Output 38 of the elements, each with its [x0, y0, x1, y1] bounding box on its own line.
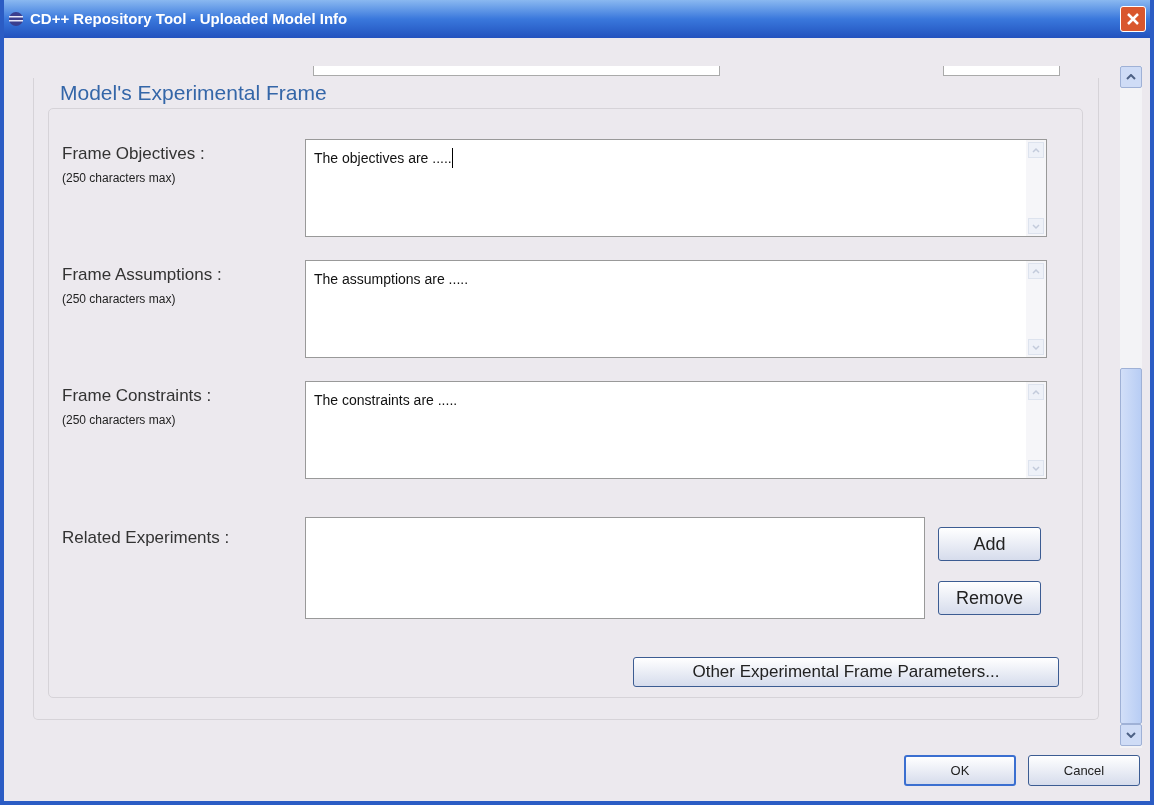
scroll-thumb[interactable] [1120, 368, 1142, 724]
app-icon [8, 11, 24, 27]
scroll-down-button[interactable] [1120, 724, 1142, 746]
list-action-button[interactable]: Add [938, 527, 1041, 561]
input-field[interactable] [943, 66, 1060, 76]
text-area[interactable]: The assumptions are ..... [305, 260, 1047, 358]
field-label: Frame Constraints : [62, 385, 213, 407]
dialog-button[interactable]: Cancel [1028, 755, 1140, 786]
field-label: Related Experiments : [62, 527, 231, 549]
close-icon [1126, 12, 1140, 26]
field-hint: (250 characters max) [62, 290, 177, 308]
chevron-down-icon [1126, 732, 1136, 738]
scrollbar[interactable] [1026, 261, 1046, 357]
other-parameters-button[interactable]: Other Experimental Frame Parameters... [633, 657, 1059, 687]
chevron-up-icon [1028, 384, 1044, 400]
chevron-up-icon [1028, 142, 1044, 158]
field-label: Frame Objectives : [62, 143, 206, 165]
list-box[interactable] [305, 517, 925, 619]
scrollbar[interactable] [1120, 66, 1142, 748]
chevron-up-icon [1126, 74, 1136, 80]
close-button[interactable] [1120, 6, 1146, 32]
group-title: Model's Experimental Frame [60, 80, 328, 106]
field-hint: (250 characters max) [62, 169, 177, 187]
chevron-down-icon [1028, 339, 1044, 355]
dialog-button[interactable]: OK [904, 755, 1016, 786]
field-label: Frame Assumptions : [62, 264, 223, 286]
chevron-up-icon [1028, 263, 1044, 279]
scrollbar[interactable] [1026, 382, 1046, 478]
text-area[interactable]: The constraints are ..... [305, 381, 1047, 479]
input-field[interactable] [313, 66, 720, 76]
window-title: CD++ Repository Tool - Uploaded Model Info [30, 8, 348, 29]
chevron-down-icon [1028, 460, 1044, 476]
scrollbar[interactable] [1026, 140, 1046, 236]
scroll-up-button[interactable] [1120, 66, 1142, 88]
chevron-down-icon [1028, 218, 1044, 234]
text-area[interactable]: The objectives are ..... [305, 139, 1047, 237]
list-action-button[interactable]: Remove [938, 581, 1041, 615]
field-hint: (250 characters max) [62, 411, 177, 429]
